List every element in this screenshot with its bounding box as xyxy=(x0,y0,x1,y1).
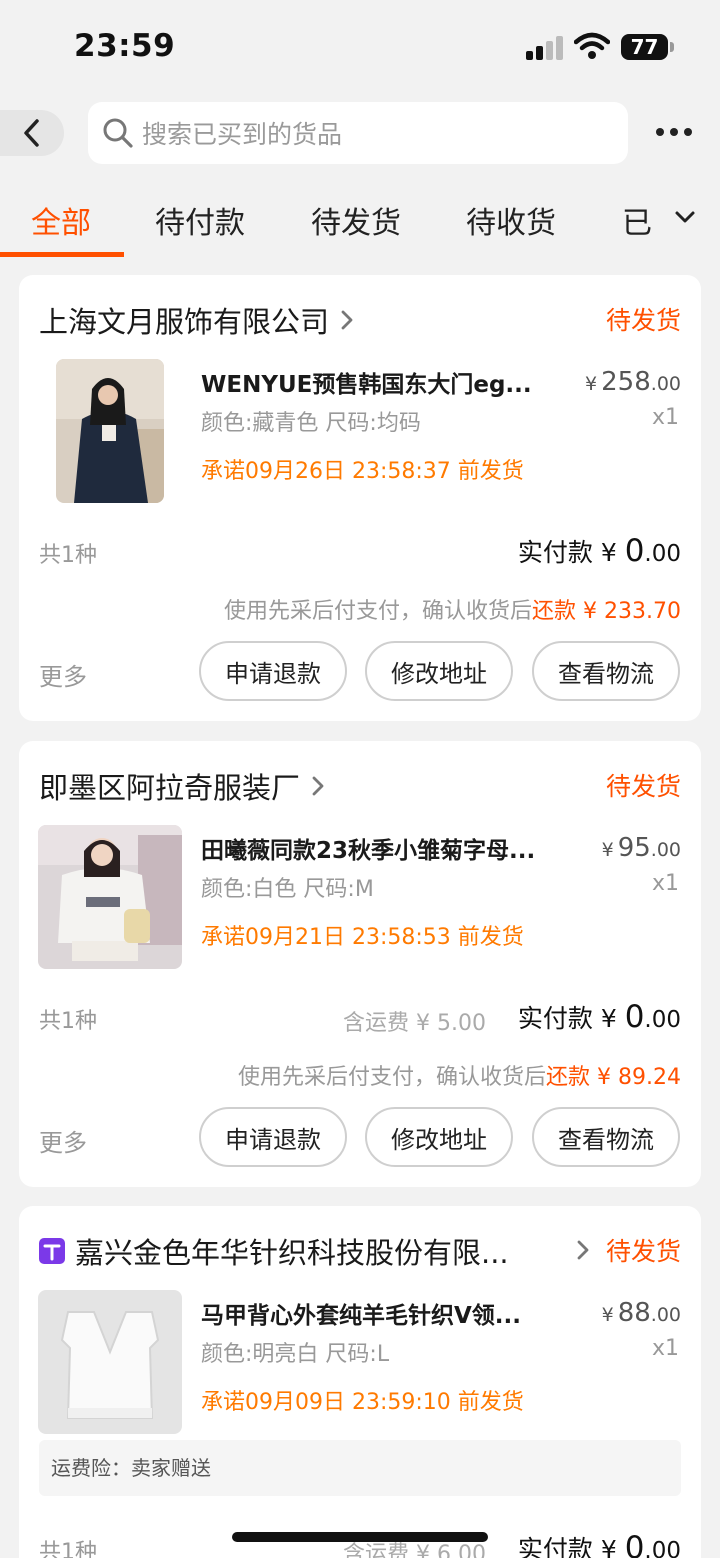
currency-symbol: ¥ xyxy=(585,373,598,395)
item-count: 共1种 xyxy=(39,1009,97,1034)
amount-paid: 实付款 ¥ 0.00 xyxy=(518,1530,681,1558)
paid-label: 实付款 xyxy=(517,1535,593,1558)
clock: 23:59 xyxy=(74,28,176,64)
paid-decimal: .00 xyxy=(644,541,681,567)
product-spec: 颜色:白色 尺码:M xyxy=(201,877,374,902)
view-logistics-button[interactable]: 查看物流 xyxy=(532,641,680,701)
chevron-down-icon[interactable] xyxy=(674,206,696,228)
change-address-button[interactable]: 修改地址 xyxy=(365,641,513,701)
currency-symbol: ¥ xyxy=(600,1004,617,1033)
order-status: 待发货 xyxy=(605,1237,681,1266)
paid-integer: 0 xyxy=(624,999,645,1035)
price-decimal: .00 xyxy=(650,839,681,861)
product-image[interactable] xyxy=(38,825,182,969)
view-logistics-button[interactable]: 查看物流 xyxy=(532,1107,680,1167)
item-count: 共1种 xyxy=(39,1540,97,1558)
shop-link[interactable]: 即墨区阿拉奇服装厂 xyxy=(39,765,326,807)
item-count: 共1种 xyxy=(39,543,97,568)
shop-name: 上海文月服饰有限公司 xyxy=(39,305,330,339)
back-button[interactable] xyxy=(0,110,64,156)
shipping-fee: 含运费 ¥ 5.00 xyxy=(343,1011,486,1036)
amount-paid: 实付款 ¥ 0.00 xyxy=(518,999,681,1035)
bnpl-notice: 使用先采后付支付，确认收货后还款 ¥ 233.70 xyxy=(224,593,681,625)
paid-integer: 0 xyxy=(624,1530,645,1558)
status-bar: 23:59 77 xyxy=(0,0,720,96)
shop-name: 嘉兴金色年华针织科技股份有限... xyxy=(75,1236,509,1270)
currency-symbol: ¥ xyxy=(601,839,614,861)
tab-completed[interactable]: 已 xyxy=(622,198,652,242)
search-header: 搜索已买到的货品 xyxy=(0,100,720,166)
product-price: ¥88.00 xyxy=(602,1298,681,1328)
tab-pending-payment[interactable]: 待付款 xyxy=(155,198,245,242)
product-quantity: x1 xyxy=(651,1336,679,1361)
price-integer: 95 xyxy=(617,833,651,863)
shop-link[interactable]: 上海文月服饰有限公司 xyxy=(39,299,355,341)
tab-all[interactable]: 全部 xyxy=(31,198,91,242)
order-card[interactable]: 嘉兴金色年华针织科技股份有限... 待发货 马甲背心外套纯羊毛针织V领... 颜… xyxy=(19,1206,701,1558)
tab-pending-receipt[interactable]: 待收货 xyxy=(466,198,556,242)
product-quantity: x1 xyxy=(651,405,679,430)
chevron-right-icon xyxy=(312,776,324,796)
product-spec: 颜色:藏青色 尺码:均码 xyxy=(201,411,421,436)
product-price: ¥95.00 xyxy=(602,833,681,863)
cellular-signal-icon xyxy=(526,36,564,60)
paid-label: 实付款 xyxy=(517,1004,593,1033)
battery-icon: 77 xyxy=(621,34,668,60)
currency-symbol: ¥ xyxy=(601,1304,614,1326)
price-integer: 258 xyxy=(601,367,651,397)
bnpl-text: 使用先采后付支付，确认收货后 xyxy=(238,1065,547,1090)
home-indicator[interactable] xyxy=(232,1532,488,1542)
shipping-promise: 承诺09月09日 23:59:10 前发货 xyxy=(201,1390,524,1415)
product-spec: 颜色:明亮白 尺码:L xyxy=(201,1342,390,1367)
price-integer: 88 xyxy=(617,1298,651,1328)
product-title[interactable]: WENYUE预售韩国东大门eg... xyxy=(201,365,561,399)
chevron-left-icon xyxy=(24,119,39,147)
more-link[interactable]: 更多 xyxy=(39,1123,87,1158)
shipping-promise: 承诺09月26日 23:58:37 前发货 xyxy=(201,459,524,484)
currency-symbol: ¥ xyxy=(600,1535,617,1558)
chevron-right-icon[interactable] xyxy=(575,1238,591,1262)
product-title[interactable]: 马甲背心外套纯羊毛针织V领... xyxy=(201,1296,561,1330)
shipping-insurance-note: 运费险：卖家赠送 xyxy=(39,1440,681,1496)
change-address-button[interactable]: 修改地址 xyxy=(365,1107,513,1167)
active-tab-indicator xyxy=(0,252,124,257)
price-decimal: .00 xyxy=(650,1304,681,1326)
tmall-badge-icon xyxy=(39,1238,65,1264)
bnpl-notice: 使用先采后付支付，确认收货后还款 ¥ 89.24 xyxy=(238,1059,681,1091)
bnpl-amount: 还款 ¥ 233.70 xyxy=(532,599,681,624)
wifi-icon xyxy=(574,32,610,59)
more-options-icon[interactable] xyxy=(654,124,694,140)
paid-decimal: .00 xyxy=(644,1538,681,1558)
product-quantity: x1 xyxy=(651,871,679,896)
battery-cap xyxy=(670,42,674,52)
order-status: 待发货 xyxy=(605,772,681,801)
paid-integer: 0 xyxy=(624,533,645,569)
paid-label: 实付款 xyxy=(517,538,593,567)
search-input[interactable]: 搜索已买到的货品 xyxy=(88,102,628,164)
search-placeholder: 搜索已买到的货品 xyxy=(142,120,343,149)
chevron-right-icon xyxy=(341,310,353,330)
bnpl-amount: 还款 ¥ 89.24 xyxy=(546,1065,681,1090)
order-card[interactable]: 上海文月服饰有限公司 待发货 WENYUE预售韩国东大门eg... 颜色:藏青色… xyxy=(19,275,701,721)
bnpl-text: 使用先采后付支付，确认收货后 xyxy=(224,599,533,624)
product-image[interactable] xyxy=(56,359,164,503)
request-refund-button[interactable]: 申请退款 xyxy=(199,1107,347,1167)
amount-paid: 实付款 ¥ 0.00 xyxy=(518,533,681,569)
product-image[interactable] xyxy=(38,1290,182,1434)
more-link[interactable]: 更多 xyxy=(39,657,87,692)
search-icon xyxy=(103,118,133,148)
product-title[interactable]: 田曦薇同款23秋季小雏菊字母... xyxy=(201,831,561,865)
product-price: ¥258.00 xyxy=(585,367,681,397)
order-tabs: 全部 待付款 待发货 待收货 已 xyxy=(0,186,720,258)
tab-pending-shipment[interactable]: 待发货 xyxy=(311,198,401,242)
shop-link[interactable]: 嘉兴金色年华针织科技股份有限... xyxy=(39,1230,509,1272)
paid-decimal: .00 xyxy=(644,1007,681,1033)
request-refund-button[interactable]: 申请退款 xyxy=(199,641,347,701)
order-card[interactable]: 即墨区阿拉奇服装厂 待发货 田曦薇同款23秋季小雏菊字母... 颜色:白色 尺码… xyxy=(19,741,701,1187)
order-status: 待发货 xyxy=(605,306,681,335)
price-decimal: .00 xyxy=(650,373,681,395)
currency-symbol: ¥ xyxy=(600,538,617,567)
shipping-promise: 承诺09月21日 23:58:53 前发货 xyxy=(201,925,524,950)
shop-name: 即墨区阿拉奇服装厂 xyxy=(39,771,301,805)
